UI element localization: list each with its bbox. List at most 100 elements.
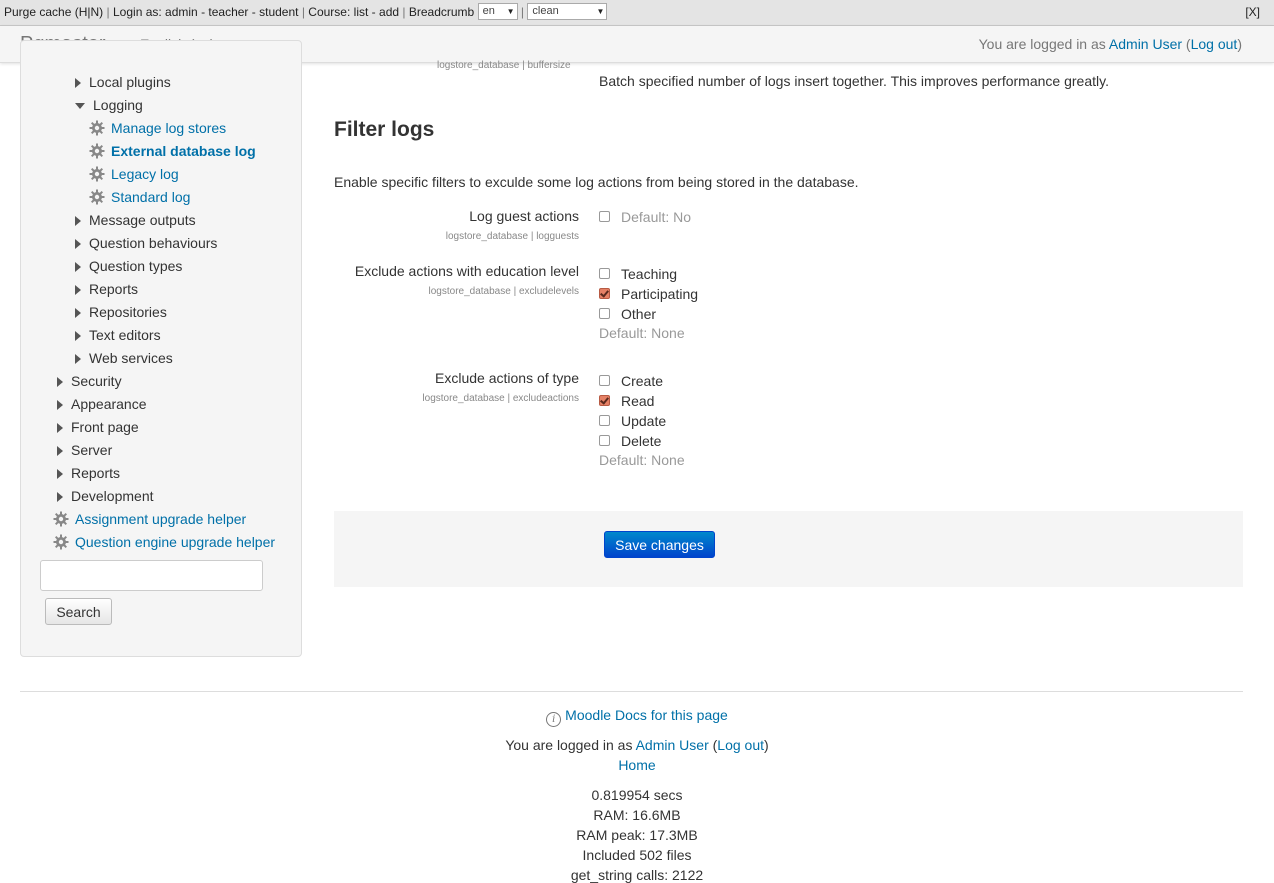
sidebar-item-label[interactable]: Question engine upgrade helper (75, 534, 275, 550)
user-profile-link[interactable]: Admin User (1109, 36, 1182, 52)
log-guest-actions-default: Default: No (621, 209, 692, 225)
footer-logout-link[interactable]: Log out (717, 737, 764, 753)
levels-option-checkbox[interactable] (599, 308, 610, 319)
sidebar-item-label[interactable]: Manage log stores (111, 120, 226, 136)
footer-user-link[interactable]: Admin User (636, 737, 709, 753)
sidebar-item[interactable]: Development (57, 485, 154, 508)
login-info: You are logged in as Admin User (Log out… (978, 36, 1242, 52)
sidebar-item[interactable]: Repositories (75, 301, 167, 324)
log-guest-actions-label: Log guest actions (469, 208, 579, 224)
perf-string-calls: get_string calls: 2122 (570, 867, 704, 883)
sidebar-item[interactable]: Question types (75, 255, 182, 278)
theme-select-value: clean (532, 5, 559, 18)
sidebar-item[interactable]: Manage log stores (89, 117, 226, 140)
admin-search-input[interactable] (40, 560, 263, 591)
exclude-levels-label: Exclude actions with education level (354, 263, 579, 279)
caret-right-icon[interactable] (75, 331, 81, 342)
footer-home-link[interactable]: Home (618, 757, 655, 773)
actions-option-checkbox[interactable] (599, 375, 610, 386)
sidebar-item-label[interactable]: External database log (111, 143, 256, 159)
exclude-levels-default: Default: None (599, 325, 685, 341)
sidebar-item-label[interactable]: Legacy log (111, 166, 179, 182)
theme-select[interactable]: clean ▼ (527, 3, 608, 21)
sidebar-item[interactable]: Security (57, 370, 122, 393)
chevron-down-icon: ▼ (596, 7, 605, 17)
logout-link[interactable]: Log out (1191, 36, 1238, 52)
caret-right-icon[interactable] (57, 469, 63, 480)
admin-search-button[interactable]: Search (45, 598, 112, 625)
sidebar-item[interactable]: Question engine upgrade helper (53, 531, 275, 554)
sidebar-item[interactable]: Reports (57, 462, 120, 485)
sidebar-item[interactable]: Question behaviours (75, 232, 217, 255)
login-as-label: Login as: (113, 5, 162, 19)
caret-right-icon[interactable] (57, 492, 63, 503)
sidebar-item[interactable]: Assignment upgrade helper (53, 508, 246, 531)
moodle-docs-link[interactable]: Moodle Docs for this page (565, 707, 728, 723)
caret-right-icon[interactable] (57, 423, 63, 434)
sidebar-item[interactable]: Reports (75, 278, 138, 301)
gear-icon (89, 143, 105, 159)
perf-files: Included 502 files (582, 847, 692, 863)
actions-option-label: Create (621, 373, 664, 389)
sidebar-item[interactable]: External database log (89, 140, 256, 163)
caret-right-icon[interactable] (75, 216, 81, 227)
language-select-value: en (482, 5, 495, 18)
sidebar-item[interactable]: Web services (75, 347, 173, 370)
sidebar-item-label: Server (71, 442, 113, 458)
actions-option-checkbox[interactable] (599, 415, 610, 426)
hn-link[interactable]: (H|N) (75, 5, 103, 19)
levels-option-label: Teaching (621, 266, 678, 282)
log-guest-actions-checkbox[interactable] (599, 211, 610, 222)
login-as-student-link[interactable]: student (259, 5, 298, 19)
levels-option-label: Other (621, 306, 657, 322)
caret-right-icon[interactable] (75, 308, 81, 319)
breadcrumb-link[interactable]: Breadcrumb (409, 5, 474, 19)
sidebar-item-label: Reports (89, 281, 139, 297)
course-list-link[interactable]: list (354, 5, 369, 19)
sidebar-item[interactable]: Standard log (89, 186, 190, 209)
course-add-link[interactable]: add (379, 5, 399, 19)
caret-right-icon[interactable] (75, 239, 81, 250)
caret-right-icon[interactable] (75, 354, 81, 365)
caret-right-icon[interactable] (57, 377, 63, 388)
sidebar-item[interactable]: Text editors (75, 324, 161, 347)
caret-right-icon[interactable] (57, 446, 63, 457)
sidebar-item-label: Security (71, 373, 122, 389)
sidebar-item-label[interactable]: Standard log (111, 189, 190, 205)
sidebar-item[interactable]: Legacy log (89, 163, 179, 186)
login-info-prefix: You are logged in as (978, 36, 1106, 52)
close-debug-bar-button[interactable]: [X] (1245, 0, 1260, 25)
actions-option: Read (599, 391, 654, 411)
exclude-actions-default: Default: None (599, 452, 685, 468)
actions-option-label: Delete (621, 433, 662, 449)
caret-right-icon[interactable] (75, 262, 81, 273)
sidebar-item[interactable]: Server (57, 439, 112, 462)
gear-icon (89, 120, 105, 136)
exclude-actions-key: logstore_database | excludeactions (422, 393, 579, 404)
sidebar-item[interactable]: Local plugins (75, 71, 171, 94)
levels-option: Teaching (599, 264, 677, 284)
actions-option-checkbox[interactable] (599, 435, 610, 446)
login-as-admin-link[interactable]: admin (165, 5, 198, 19)
sidebar-item-label[interactable]: Assignment upgrade helper (75, 511, 246, 527)
levels-option-label: Participating (621, 286, 699, 302)
actions-option-label: Read (621, 393, 655, 409)
caret-down-icon[interactable] (75, 103, 85, 110)
sidebar-item[interactable]: Appearance (57, 393, 147, 416)
levels-option-checkbox[interactable] (599, 268, 610, 279)
caret-right-icon[interactable] (75, 285, 81, 296)
sidebar-item[interactable]: Message outputs (75, 209, 196, 232)
footer-home-line: Home (0, 757, 1274, 773)
perf-ram-peak: RAM peak: 17.3MB (576, 827, 698, 843)
login-as-teacher-link[interactable]: teacher (208, 5, 248, 19)
save-changes-button[interactable]: Save changes (604, 531, 715, 558)
language-select[interactable]: en ▼ (477, 3, 518, 21)
actions-option-checkbox[interactable] (599, 395, 610, 406)
levels-option-checkbox[interactable] (599, 288, 610, 299)
exclude-actions-label: Exclude actions of type (435, 370, 579, 386)
purge-cache-link[interactable]: Purge cache (4, 5, 71, 19)
sidebar-item[interactable]: Front page (57, 416, 139, 439)
caret-right-icon[interactable] (57, 400, 63, 411)
caret-right-icon[interactable] (75, 78, 81, 89)
sidebar-item[interactable]: Logging (75, 94, 143, 117)
